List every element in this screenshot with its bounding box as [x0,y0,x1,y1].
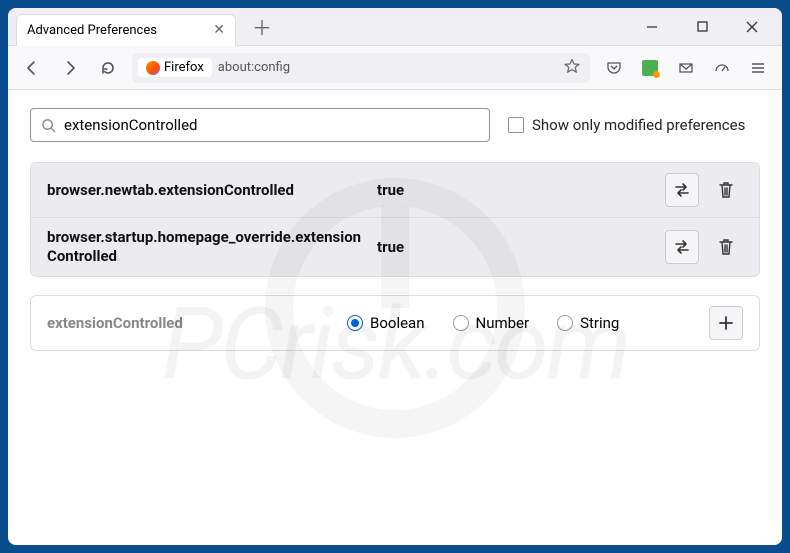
pref-name: browser.startup.homepage_override.extens… [47,228,367,266]
trash-icon [717,238,735,256]
tab-active[interactable]: Advanced Preferences ✕ [16,14,236,46]
reload-button[interactable] [94,54,122,82]
delete-button[interactable] [709,230,743,264]
swap-icon [673,238,691,256]
plus-icon [717,314,735,332]
radio-string[interactable]: String [557,314,619,332]
url-text: about:config [218,60,290,75]
type-radio-group: Boolean Number String [347,314,699,332]
radio-icon [347,315,363,331]
toggle-button[interactable] [665,230,699,264]
add-pref-button[interactable] [709,306,743,340]
pocket-icon[interactable] [600,54,628,82]
close-window-button[interactable] [730,12,774,42]
tab-bar: Advanced Preferences ✕ ＋ [8,8,782,46]
firefox-icon [146,61,160,75]
radio-label: String [580,314,619,332]
pref-name: browser.newtab.extensionControlled [47,181,367,200]
tab-title: Advanced Preferences [27,23,157,38]
results-list: browser.newtab.extensionControlled true … [30,162,760,277]
radio-icon [453,315,469,331]
pref-value: true [377,181,404,199]
search-input[interactable] [64,116,479,134]
only-modified-toggle[interactable]: Show only modified preferences [508,116,745,134]
pref-value: true [377,238,404,256]
minimize-button[interactable] [630,12,674,42]
only-modified-label: Show only modified preferences [532,116,745,134]
forward-button[interactable] [56,54,84,82]
create-pref-name: extensionControlled [47,314,337,332]
delete-button[interactable] [709,173,743,207]
radio-label: Boolean [370,314,425,332]
pref-row: browser.startup.homepage_override.extens… [31,218,759,276]
close-icon[interactable]: ✕ [213,22,225,38]
trash-icon [717,181,735,199]
toolbar: Firefox about:config [8,46,782,90]
content-area: PCrisk.com Show only modified preference… [8,90,782,545]
radio-number[interactable]: Number [453,314,530,332]
bookmark-star-icon[interactable] [560,58,584,78]
extension-icon[interactable] [636,54,664,82]
radio-icon [557,315,573,331]
menu-button[interactable] [744,54,772,82]
pref-row: browser.newtab.extensionControlled true [31,163,759,218]
speedometer-icon[interactable] [708,54,736,82]
toggle-button[interactable] [665,173,699,207]
identity-badge: Firefox [138,58,212,77]
search-box[interactable] [30,108,490,142]
new-tab-button[interactable]: ＋ [248,13,276,41]
maximize-button[interactable] [680,12,724,42]
create-pref-row: extensionControlled Boolean Number Strin… [30,295,760,351]
swap-icon [673,181,691,199]
radio-boolean[interactable]: Boolean [347,314,425,332]
address-bar[interactable]: Firefox about:config [132,53,590,83]
back-button[interactable] [18,54,46,82]
radio-label: Number [476,314,530,332]
inbox-icon[interactable] [672,54,700,82]
identity-label: Firefox [164,60,204,75]
search-icon [41,118,56,133]
checkbox-icon [508,117,524,133]
